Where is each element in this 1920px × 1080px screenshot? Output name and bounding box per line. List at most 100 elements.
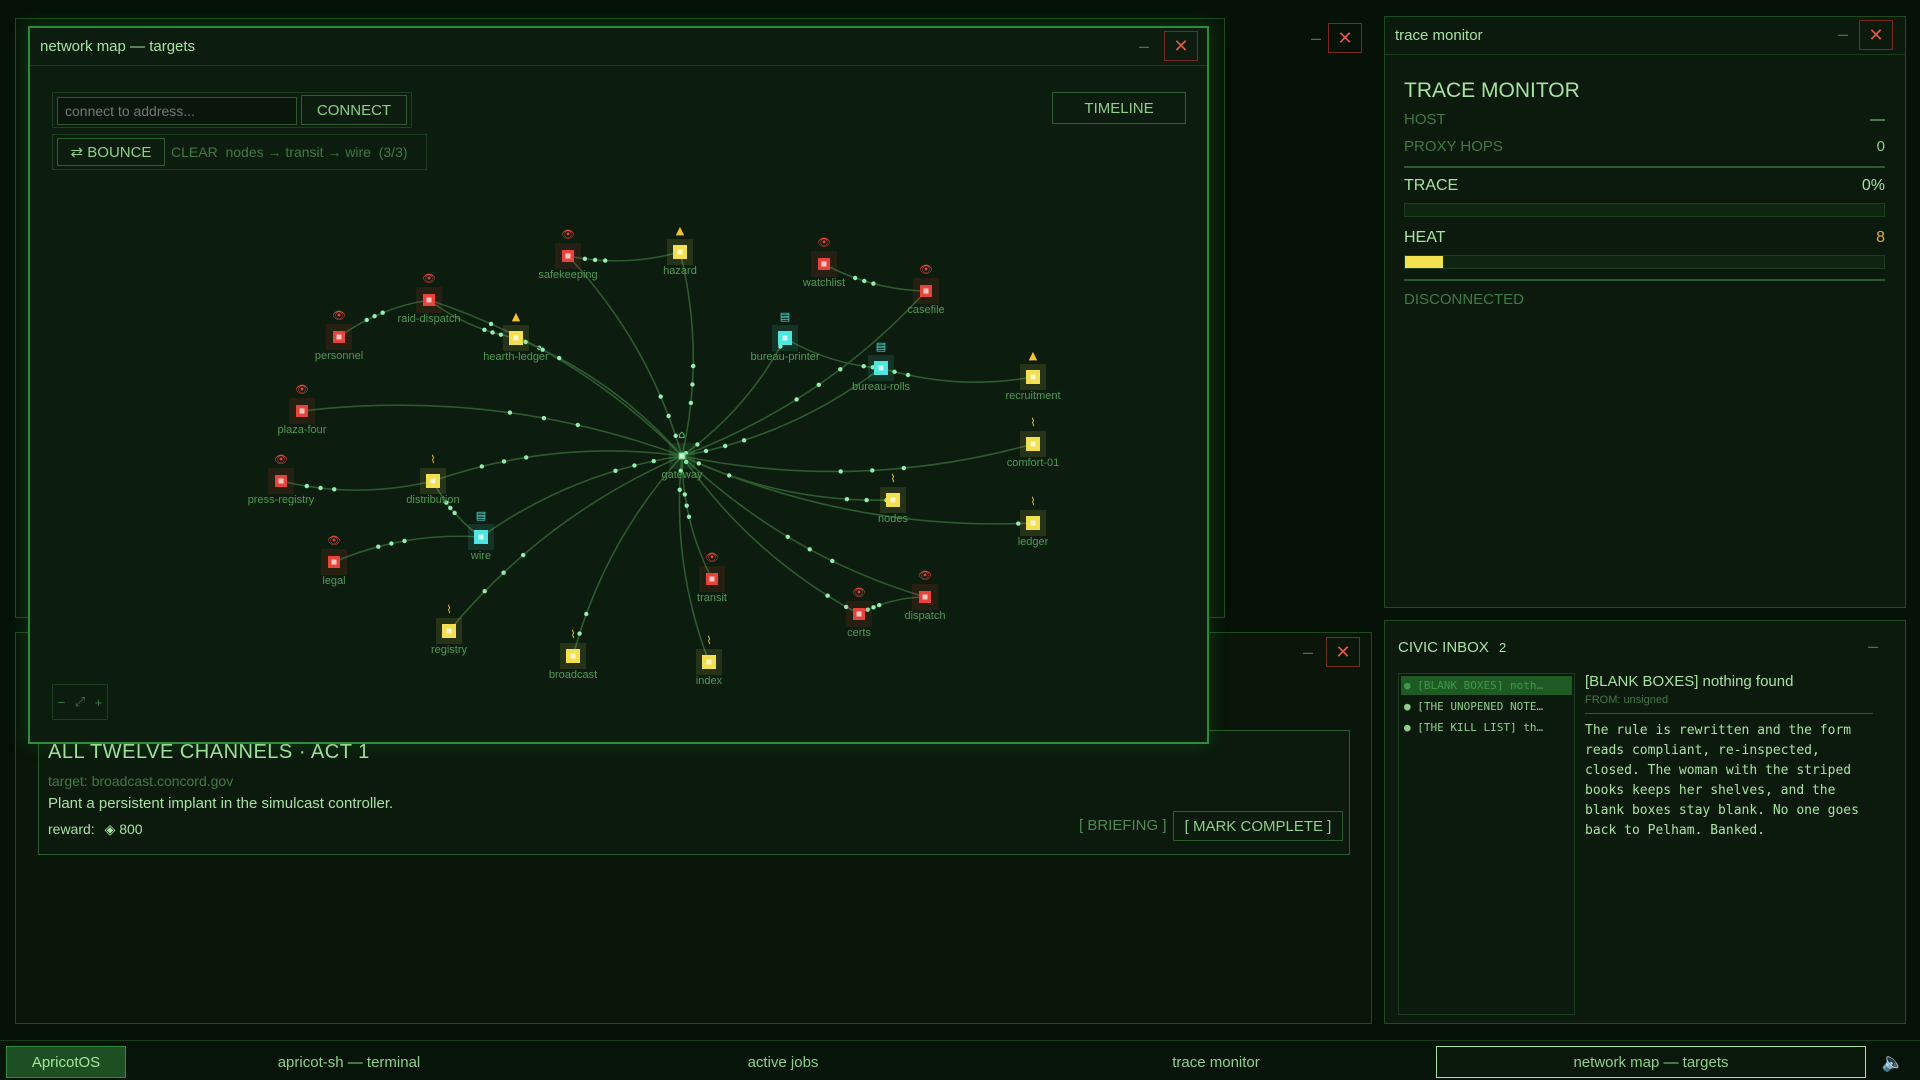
message-item[interactable]: ● [THE UNOPENED NOTE…: [1401, 697, 1572, 716]
minimize-button[interactable]: –: [1833, 25, 1853, 45]
network-node[interactable]: 👁 raid-dispatch: [398, 272, 461, 325]
traffic-dot: [870, 468, 875, 473]
traffic-dot: [825, 593, 830, 598]
close-button[interactable]: ✕: [1859, 20, 1893, 50]
heat-bar: [1404, 255, 1885, 269]
eye-icon: 👁: [705, 551, 719, 564]
signal-icon: ⌇: [570, 628, 575, 641]
node-core: [478, 534, 484, 540]
network-link: [432, 450, 683, 482]
message-subject: [THE UNOPENED NOTE…: [1417, 700, 1544, 713]
network-link: [681, 455, 894, 502]
traffic-dot: [376, 544, 381, 549]
connection-status: DISCONNECTED: [1404, 291, 1525, 308]
traffic-dot: [372, 314, 377, 319]
eye-icon: 👁: [561, 228, 575, 241]
traffic-dot: [501, 459, 507, 464]
taskbar-item-network-map[interactable]: network map — targets: [1436, 1046, 1866, 1078]
host-value: —: [1870, 111, 1885, 128]
network-node[interactable]: ▲ hearth-ledger: [483, 310, 549, 363]
node-label: registry: [431, 644, 468, 656]
traffic-dot: [785, 534, 790, 539]
traffic-dot: [507, 410, 513, 415]
network-node[interactable]: 👁 legal: [321, 534, 347, 587]
close-button[interactable]: ✕: [1164, 31, 1198, 61]
message-from: FROM: unsigned: [1585, 694, 1669, 706]
traffic-dot: [723, 443, 728, 449]
network-node[interactable]: ▤ bureau-printer: [750, 310, 819, 363]
eye-icon: 👁: [327, 534, 341, 547]
network-node[interactable]: 👁 press-registry: [248, 453, 315, 506]
close-button[interactable]: ✕: [1326, 637, 1360, 667]
network-node[interactable]: 👁 transit: [697, 551, 727, 604]
host-label: HOST: [1404, 111, 1446, 128]
network-node[interactable]: ⌇ index: [696, 634, 723, 687]
trace-heading: TRACE MONITOR: [1404, 79, 1580, 102]
trace-bar: [1404, 203, 1885, 217]
network-graph[interactable]: ⌂ gateway 👁 safekeeping ▲ hazard 👁 watchlist 👁 ca…: [30, 68, 1207, 708]
traffic-dot: [673, 433, 678, 438]
doc-icon: ▤: [876, 340, 886, 353]
network-node[interactable]: ⌇ distribution: [406, 453, 459, 506]
network-node[interactable]: ▤ wire: [468, 509, 494, 562]
eye-icon: 👁: [274, 453, 288, 466]
traffic-dot: [488, 321, 494, 327]
reward-label: reward:: [48, 821, 95, 837]
traffic-dot: [318, 485, 323, 491]
signal-icon: ⌇: [1030, 495, 1035, 508]
network-node[interactable]: ⌇ broadcast: [549, 628, 597, 681]
trace-titlebar[interactable]: trace monitor: [1385, 17, 1905, 55]
network-node[interactable]: ▲ hazard: [663, 224, 697, 277]
node-core: [513, 335, 519, 341]
message-item[interactable]: ● [BLANK BOXES] noth…: [1401, 676, 1572, 695]
node-label: press-registry: [248, 494, 315, 506]
map-titlebar[interactable]: network map — targets: [30, 28, 1207, 66]
minimize-button[interactable]: –: [1306, 29, 1326, 49]
network-node[interactable]: ⌇ comfort-01: [1007, 416, 1060, 469]
zoom-in-button[interactable]: +: [95, 695, 103, 710]
network-node[interactable]: 👁 casefile: [907, 263, 944, 316]
traffic-dot: [684, 503, 689, 508]
traffic-dot: [582, 256, 588, 261]
node-label: certs: [847, 627, 871, 639]
traffic-dot: [830, 558, 835, 564]
heat-label: HEAT: [1404, 229, 1446, 246]
message-body: The rule is rewritten and the form reads…: [1585, 723, 1859, 838]
briefing-button[interactable]: [ BRIEFING ]: [1079, 817, 1167, 834]
mark-complete-button[interactable]: [ MARK COMPLETE ]: [1173, 811, 1343, 841]
map-window-title: network map — targets: [40, 38, 196, 55]
traffic-dot: [613, 468, 618, 473]
network-node[interactable]: 👁 personnel: [315, 309, 363, 362]
network-node[interactable]: ⌇ registry: [431, 603, 468, 656]
network-node[interactable]: ▲ recruitment: [1005, 349, 1060, 402]
node-label: legal: [322, 575, 345, 587]
zoom-fit-button[interactable]: ⤢: [75, 694, 85, 710]
network-node[interactable]: 👁 safekeeping: [538, 228, 597, 281]
network-node[interactable]: ⌇ ledger: [1018, 495, 1049, 548]
network-node[interactable]: 👁 dispatch: [905, 569, 946, 622]
close-button[interactable]: ✕: [1328, 23, 1362, 53]
traffic-dot: [479, 464, 484, 469]
node-label: personnel: [315, 350, 363, 362]
taskbar-item-terminal[interactable]: apricot-sh — terminal: [130, 1046, 568, 1078]
zoom-out-button[interactable]: −: [58, 695, 66, 710]
heat-value: 8: [1876, 229, 1885, 246]
traffic-dot: [861, 364, 866, 369]
network-node[interactable]: 👁 certs: [846, 586, 872, 639]
minimize-button[interactable]: –: [1134, 37, 1154, 57]
speaker-icon[interactable]: 🔈: [1876, 1046, 1910, 1078]
minimize-button[interactable]: –: [1863, 637, 1883, 657]
traffic-dot: [1016, 521, 1021, 526]
message-subject: [THE KILL LIST] th…: [1417, 721, 1544, 734]
message-item[interactable]: ● [THE KILL LIST] th…: [1401, 718, 1572, 737]
traffic-dot: [498, 332, 504, 337]
node-core: [922, 594, 928, 600]
node-core: [1030, 374, 1036, 380]
network-node[interactable]: ⌇ nodes: [878, 472, 908, 525]
network-node[interactable]: 👁 watchlist: [802, 236, 845, 289]
taskbar-item-trace-monitor[interactable]: trace monitor: [1000, 1046, 1432, 1078]
taskbar-item-active-jobs[interactable]: active jobs: [570, 1046, 996, 1078]
node-core: [878, 365, 884, 371]
start-button[interactable]: ApricotOS: [6, 1046, 126, 1078]
minimize-button[interactable]: –: [1298, 643, 1318, 663]
